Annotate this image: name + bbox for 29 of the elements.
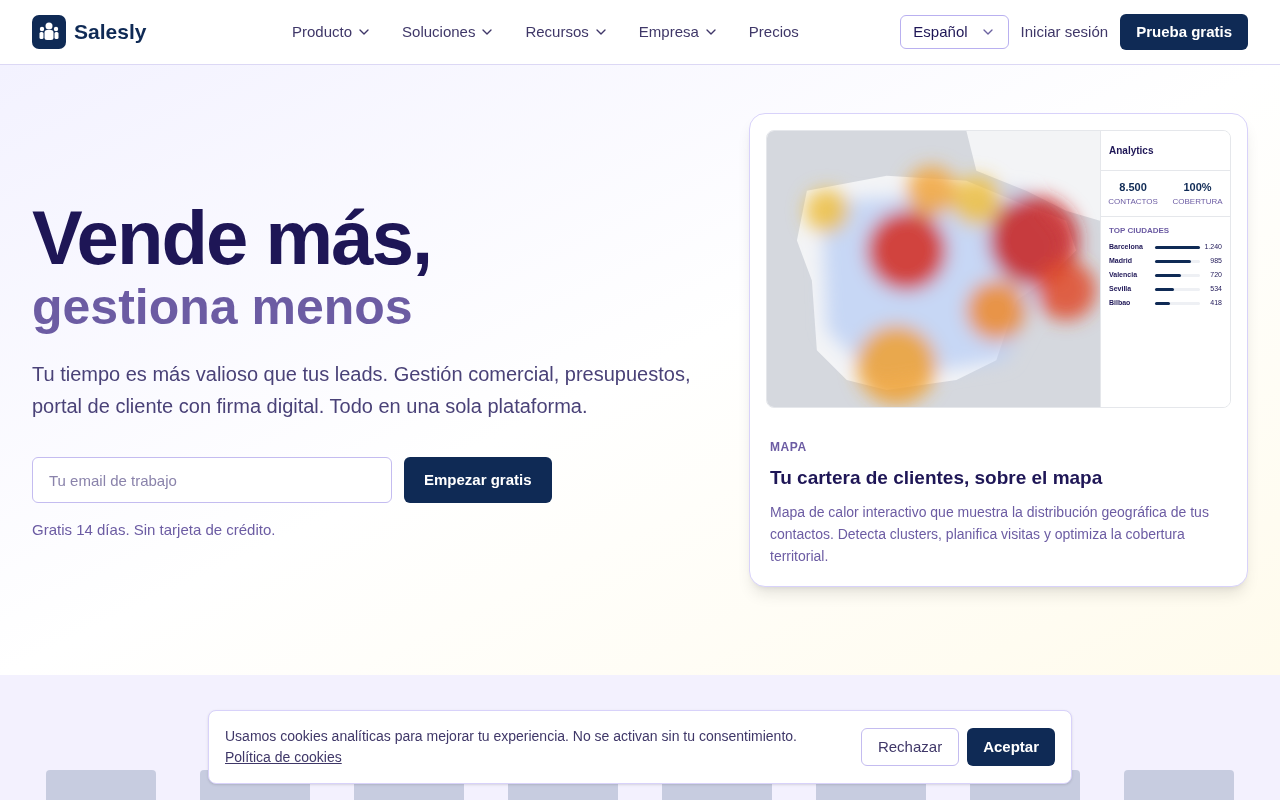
brand-logo-icon xyxy=(32,15,66,49)
card-eyebrow: MAPA xyxy=(770,439,808,456)
card-description: Mapa de calor interactivo que muestra la distribución geográfica de tus contactos. Detecta clusters, planifica visitas y optimiza la cobertura territorial. xyxy=(770,502,1210,566)
stat-value: 100% xyxy=(1183,180,1212,195)
login-link[interactable]: Iniciar sesión xyxy=(1020,20,1109,44)
nav-link[interactable]: Recursos xyxy=(525,20,609,44)
cookie-text: Usamos cookies analíticas para mejorar tu experiencia. No se activan sin tu consentimiento. Política de cookies xyxy=(225,727,798,767)
hero-description: Tu tiempo es más valioso que tus leads. Gestión comercial, presupuestos, portal de cliente con firma digital. Todo en una sola plataforma. xyxy=(32,362,692,419)
nav-link[interactable]: Soluciones xyxy=(402,20,496,44)
start-button[interactable]: Empezar gratis xyxy=(404,457,552,503)
stat-label: COBERTURA xyxy=(1172,195,1223,208)
reject-button[interactable]: Rechazar xyxy=(860,728,960,766)
trial-button[interactable]: Prueba gratis xyxy=(1120,14,1248,50)
stat-value: 8.500 xyxy=(1119,180,1147,195)
nav-link[interactable]: Empresa xyxy=(638,20,719,44)
nav-link[interactable]: Precios xyxy=(748,20,799,44)
top-cities-title: TOP CIUDADES xyxy=(1108,224,1171,237)
cookie-policy-link[interactable]: Política de cookies xyxy=(225,749,342,765)
language-select[interactable]: Español xyxy=(900,15,1009,49)
stat-label: CONTACTOS xyxy=(1108,195,1158,208)
accept-button[interactable]: Aceptar xyxy=(967,728,1055,766)
email-field[interactable]: Tu email de trabajo xyxy=(32,457,392,503)
card-title: Tu cartera de clientes, sobre el mapa xyxy=(770,466,1104,490)
analytics-title: Analytics xyxy=(1101,131,1230,171)
hero-subtitle: gestiona menos xyxy=(32,278,414,337)
brand-name: Salesly xyxy=(74,19,147,46)
hero-title: Vende más, xyxy=(32,200,433,276)
nav-link[interactable]: Producto xyxy=(292,20,373,44)
trial-note: Gratis 14 días. Sin tarjeta de crédito. xyxy=(32,520,277,540)
